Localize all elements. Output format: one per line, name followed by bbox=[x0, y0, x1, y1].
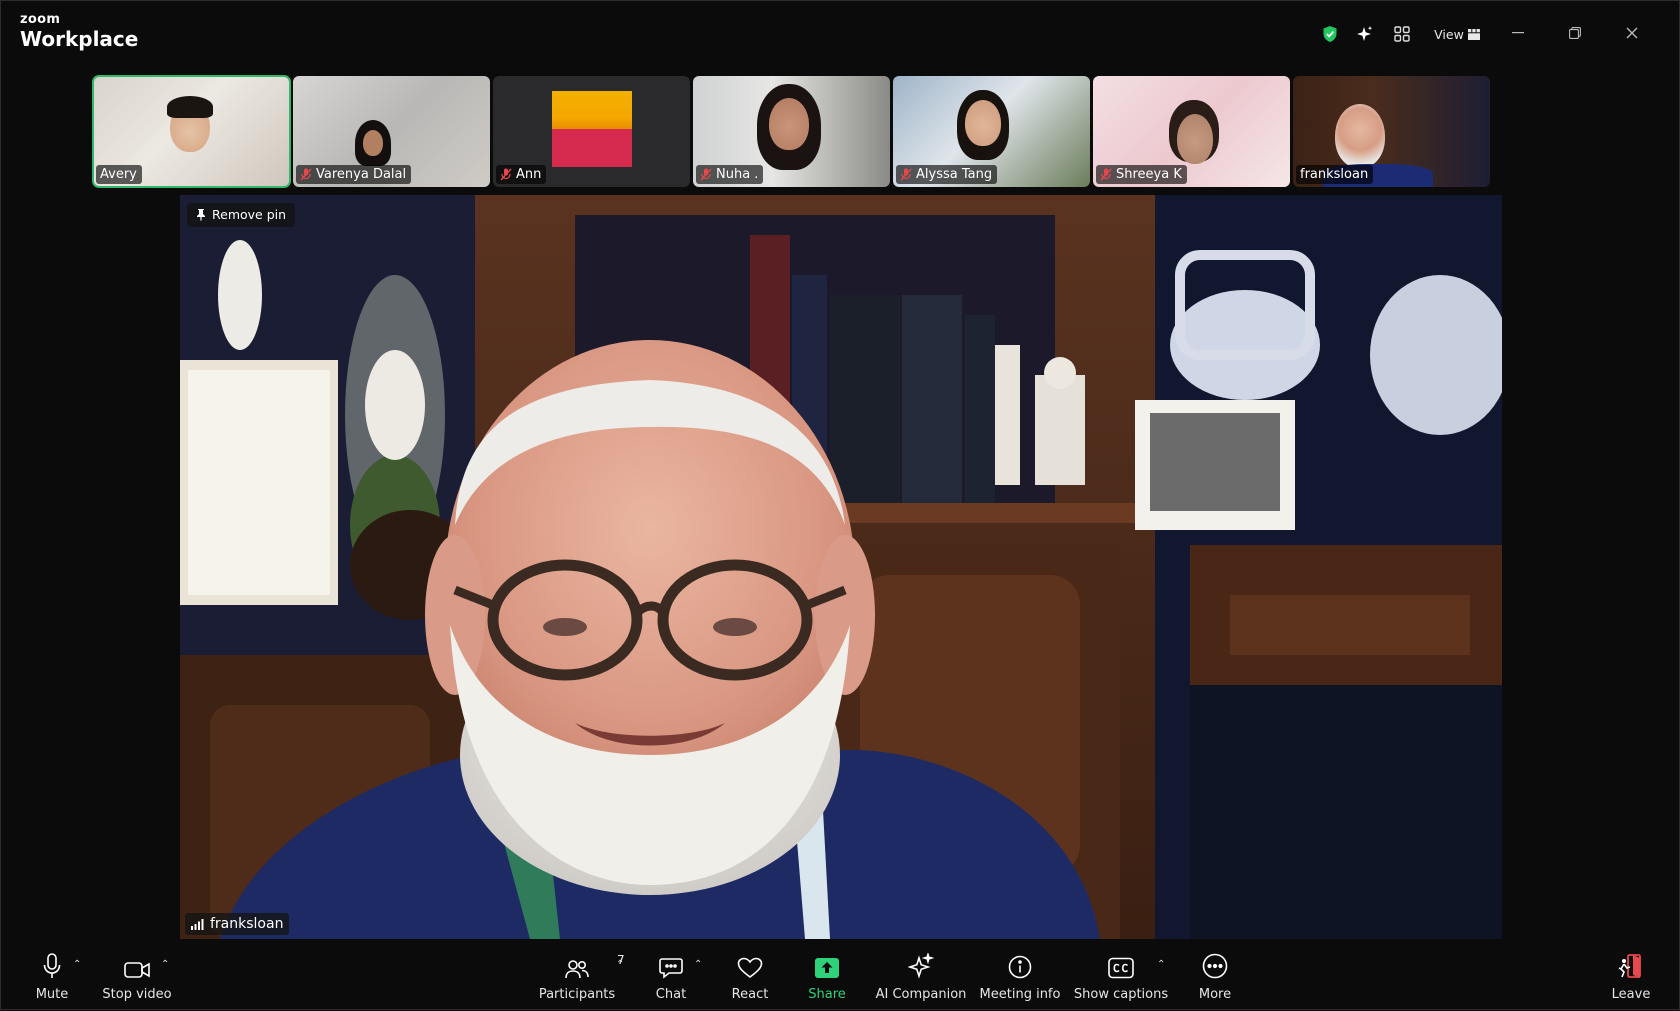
participant-tile-franksloan[interactable]: franksloan bbox=[1293, 76, 1490, 187]
ai-companion-button[interactable]: AI Companion bbox=[873, 945, 969, 1011]
leave-door-icon bbox=[1618, 954, 1641, 978]
react-label: React bbox=[731, 987, 769, 1002]
speaker-name: franksloan bbox=[210, 916, 284, 932]
avatar-image-top bbox=[552, 91, 632, 129]
remove-pin-label: Remove pin bbox=[212, 207, 287, 222]
meeting-info-button[interactable]: Meeting info bbox=[977, 945, 1063, 1011]
main-video[interactable]: Remove pin franksloan bbox=[180, 195, 1502, 939]
participant-name: Nuha . bbox=[716, 167, 759, 182]
participant-name-label: Avery bbox=[96, 165, 142, 184]
show-captions-label: Show captions bbox=[1073, 987, 1169, 1002]
video-camera-icon bbox=[124, 962, 150, 978]
more-label: More bbox=[1198, 987, 1232, 1002]
participant-name: Shreeya K bbox=[1116, 167, 1182, 182]
chat-bubble-icon bbox=[659, 958, 683, 979]
minimize-icon[interactable] bbox=[1504, 19, 1532, 47]
participant-name: Ann bbox=[516, 167, 542, 182]
participant-tile-alyssa[interactable]: Alyssa Tang bbox=[893, 76, 1090, 187]
show-captions-button[interactable]: Show captions bbox=[1073, 945, 1169, 1011]
participant-name-label: franksloan bbox=[1296, 165, 1374, 184]
participant-tile-avery[interactable]: Avery bbox=[92, 75, 291, 188]
mute-label: Mute bbox=[35, 987, 69, 1002]
mic-muted-icon bbox=[900, 168, 912, 181]
chat-options-chevron-icon[interactable]: ⌃ bbox=[694, 959, 702, 970]
participant-tile-varenya[interactable]: Varenya Dalal bbox=[293, 76, 490, 187]
ai-sparkle-icon[interactable] bbox=[1356, 23, 1374, 45]
participant-name-label: Varenya Dalal bbox=[296, 165, 412, 184]
mic-muted-icon bbox=[300, 168, 312, 181]
zoom-window: zoom Workplace View Avery Varenya Dalal … bbox=[0, 0, 1680, 1010]
leave-button[interactable]: Leave bbox=[1611, 945, 1651, 1011]
microphone-icon bbox=[43, 953, 61, 978]
info-icon bbox=[1008, 955, 1032, 979]
participant-video bbox=[1177, 114, 1213, 164]
close-icon[interactable] bbox=[1618, 19, 1646, 47]
brand-large: Workplace bbox=[20, 27, 139, 51]
stop-video-label: Stop video bbox=[102, 987, 172, 1002]
participants-icon bbox=[565, 960, 589, 979]
restore-icon[interactable] bbox=[1561, 19, 1589, 47]
share-label: Share bbox=[808, 987, 846, 1002]
remove-pin-button[interactable]: Remove pin bbox=[187, 203, 296, 227]
leave-label: Leave bbox=[1611, 987, 1651, 1002]
participant-video-face bbox=[363, 130, 383, 156]
view-label: View bbox=[1434, 26, 1464, 42]
participant-name-label: Shreeya K bbox=[1096, 165, 1187, 184]
signal-strength-icon bbox=[191, 918, 204, 930]
avatar-image-bottom bbox=[552, 129, 632, 167]
mic-muted-icon bbox=[500, 168, 512, 181]
participant-video bbox=[965, 100, 1001, 146]
participant-name-label: Alyssa Tang bbox=[896, 165, 998, 184]
ai-companion-sparkle-icon bbox=[908, 953, 934, 979]
speaker-name-tag: franksloan bbox=[185, 913, 290, 935]
chat-button[interactable]: Chat bbox=[649, 945, 693, 1011]
participant-name: Alyssa Tang bbox=[916, 167, 993, 182]
apps-grid-icon[interactable] bbox=[1393, 23, 1411, 45]
more-button[interactable]: More bbox=[1193, 945, 1237, 1011]
share-screen-icon bbox=[815, 958, 839, 978]
participant-name-label: Nuha . bbox=[696, 165, 764, 184]
chat-label: Chat bbox=[655, 987, 687, 1002]
video-options-chevron-icon[interactable]: ⌃ bbox=[161, 959, 169, 970]
participant-tile-shreeya[interactable]: Shreeya K bbox=[1093, 76, 1290, 187]
app-logo: zoom Workplace bbox=[20, 13, 138, 49]
participant-tile-ann[interactable]: Ann bbox=[493, 76, 690, 187]
meeting-info-label: Meeting info bbox=[979, 987, 1061, 1002]
share-button[interactable]: Share bbox=[805, 945, 849, 1011]
ai-companion-label: AI Companion bbox=[875, 987, 967, 1002]
participant-tile-nuha[interactable]: Nuha . bbox=[693, 76, 890, 187]
participants-button[interactable]: 7 Participants bbox=[538, 945, 625, 1011]
captions-cc-icon bbox=[1108, 957, 1134, 979]
participant-name: franksloan bbox=[1300, 167, 1369, 182]
encryption-shield-icon[interactable] bbox=[1321, 23, 1339, 45]
pin-icon bbox=[197, 209, 205, 221]
more-ellipsis-icon bbox=[1202, 953, 1228, 979]
participant-video bbox=[1335, 104, 1385, 168]
heart-icon bbox=[737, 957, 763, 979]
mic-muted-icon bbox=[1100, 168, 1112, 181]
participant-strip: Avery Varenya Dalal Ann Nuha . Alyssa Ta… bbox=[92, 75, 1495, 188]
brand-small: zoom bbox=[20, 12, 61, 27]
speaker-video-feed bbox=[180, 195, 1502, 939]
stop-video-button[interactable]: Stop video bbox=[102, 945, 172, 1011]
participant-video-hair bbox=[167, 96, 213, 118]
participant-name-label: Ann bbox=[496, 165, 547, 184]
participant-name: Varenya Dalal bbox=[316, 167, 407, 182]
react-button[interactable]: React bbox=[728, 945, 772, 1011]
participants-label: Participants bbox=[538, 987, 616, 1002]
meeting-toolbar: Mute ⌃ Stop video ⌃ 7 Participants ⌃ Cha… bbox=[1, 945, 1680, 1011]
gallery-view-icon bbox=[1467, 28, 1480, 40]
participant-video bbox=[769, 98, 809, 150]
mic-muted-icon bbox=[700, 168, 712, 181]
view-button[interactable]: View bbox=[1433, 23, 1481, 45]
captions-options-chevron-icon[interactable]: ⌃ bbox=[1157, 959, 1165, 970]
participant-name: Avery bbox=[100, 167, 137, 182]
participants-options-chevron-icon[interactable]: ⌃ bbox=[616, 959, 624, 970]
audio-options-chevron-icon[interactable]: ⌃ bbox=[73, 959, 81, 970]
mute-button[interactable]: Mute bbox=[31, 945, 73, 1011]
